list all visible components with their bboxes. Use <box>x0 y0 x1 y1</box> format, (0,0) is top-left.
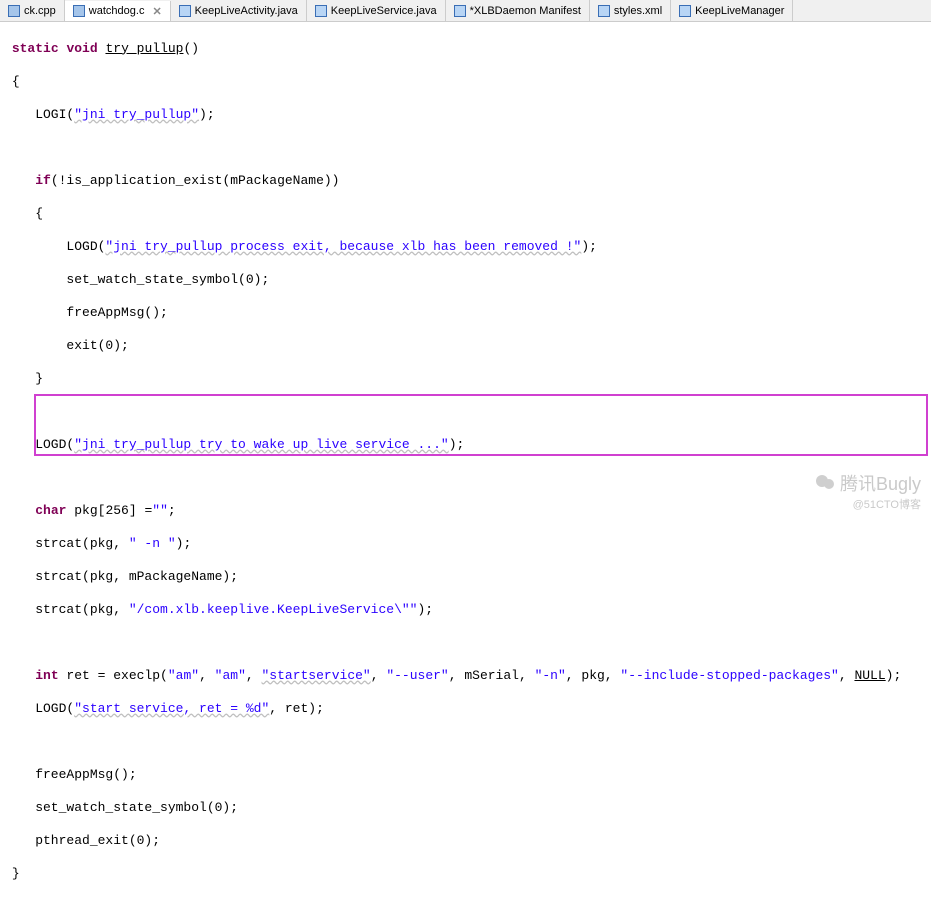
code-line: char pkg[256] =""; <box>4 503 927 520</box>
code-line: strcat(pkg, mPackageName); <box>4 569 927 586</box>
tab-keeplivemanager[interactable]: KeepLiveManager <box>671 0 793 21</box>
code-line: pthread_exit(0); <box>4 833 927 850</box>
code-line: set_watch_state_symbol(0); <box>4 800 927 817</box>
editor-tab-bar: ck.cpp watchdog.c ✕ KeepLiveActivity.jav… <box>0 0 931 22</box>
tab-label: watchdog.c <box>89 5 145 17</box>
code-line: if(!is_application_exist(mPackageName)) <box>4 173 927 190</box>
tab-ck-cpp[interactable]: ck.cpp <box>0 0 65 21</box>
code-line: } <box>4 866 927 883</box>
code-line: strcat(pkg, "/com.xlb.keeplive.KeepLiveS… <box>4 602 927 619</box>
code-line: exit(0); <box>4 338 927 355</box>
tab-keepliveservice[interactable]: KeepLiveService.java <box>307 0 446 21</box>
code-line <box>4 140 927 157</box>
tab-label: KeepLiveActivity.java <box>195 5 298 17</box>
code-line: freeAppMsg(); <box>4 305 927 322</box>
code-line: static void try_pullup() <box>4 41 927 58</box>
tab-xlbdaemon-manifest[interactable]: *XLBDaemon Manifest <box>446 0 590 21</box>
code-line: strcat(pkg, " -n "); <box>4 536 927 553</box>
code-line <box>4 734 927 751</box>
code-line: LOGD("start service, ret = %d", ret); <box>4 701 927 718</box>
java-file-icon <box>179 5 191 17</box>
tab-label: KeepLiveService.java <box>331 5 437 17</box>
code-line <box>4 635 927 652</box>
code-line: { <box>4 206 927 223</box>
xml-file-icon <box>598 5 610 17</box>
code-line: freeAppMsg(); <box>4 767 927 784</box>
tab-label: ck.cpp <box>24 5 56 17</box>
code-line: } <box>4 371 927 388</box>
code-line <box>4 470 927 487</box>
tab-keepliveactivity[interactable]: KeepLiveActivity.java <box>171 0 307 21</box>
tab-styles-xml[interactable]: styles.xml <box>590 0 671 21</box>
code-editor[interactable]: static void try_pullup() { LOGI("jni try… <box>0 22 931 901</box>
code-line: LOGD("jni try_pullup process exit, becau… <box>4 239 927 256</box>
code-line: LOGI("jni try_pullup"); <box>4 107 927 124</box>
code-line: LOGD("jni try_pullup try to wake up live… <box>4 437 927 454</box>
code-line <box>4 404 927 421</box>
java-file-icon <box>315 5 327 17</box>
tab-label: styles.xml <box>614 5 662 17</box>
tab-label: *XLBDaemon Manifest <box>470 5 581 17</box>
cpp-file-icon <box>8 5 20 17</box>
xml-file-icon <box>454 5 466 17</box>
tab-watchdog-c[interactable]: watchdog.c ✕ <box>65 1 171 22</box>
close-icon[interactable]: ✕ <box>152 5 161 18</box>
c-file-icon <box>73 5 85 17</box>
code-line: set_watch_state_symbol(0); <box>4 272 927 289</box>
code-line: { <box>4 74 927 91</box>
tab-label: KeepLiveManager <box>695 5 784 17</box>
code-line: int ret = execlp("am", "am", "startservi… <box>4 668 927 685</box>
java-file-icon <box>679 5 691 17</box>
